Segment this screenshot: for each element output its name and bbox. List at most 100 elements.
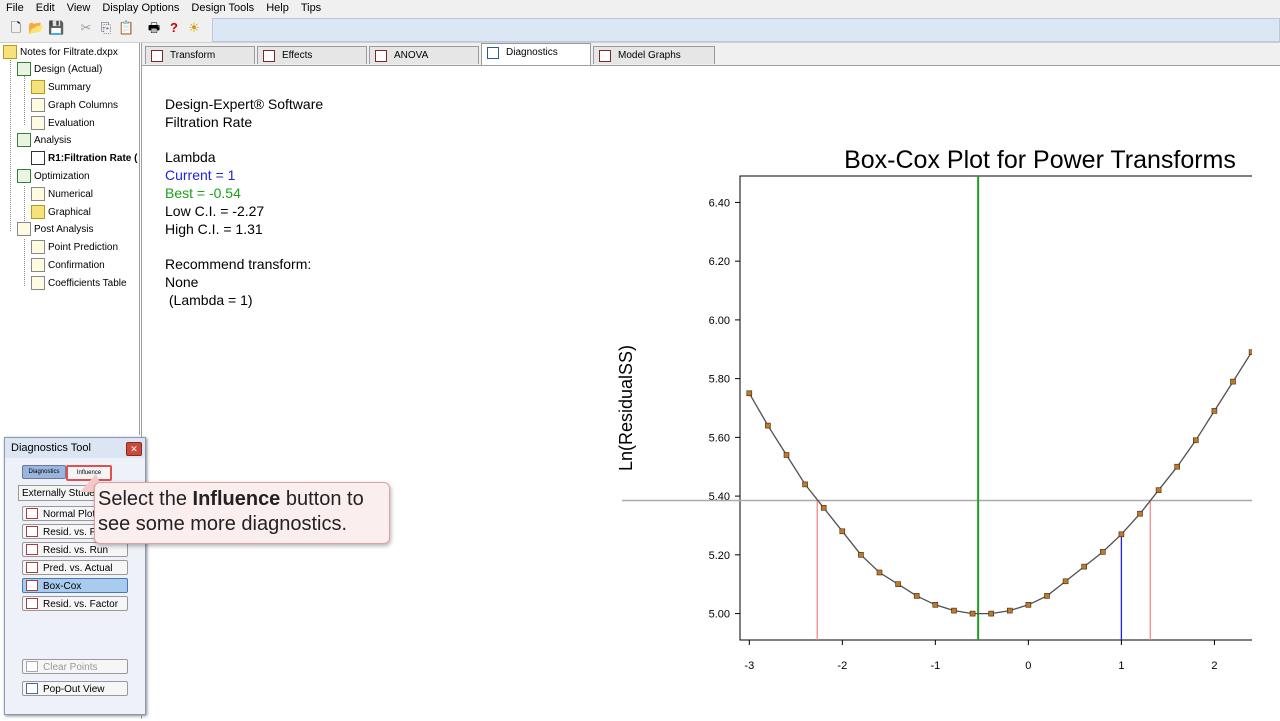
tip-callout: Select the Influence button to see some … [94,482,390,544]
post-analysis-icon [17,222,31,237]
save-icon[interactable]: 💾 [48,20,64,36]
y-tick-label: 5.60 [709,432,730,444]
tree-item-design[interactable]: Design (Actual) [17,62,102,78]
diagnostics-tool-window: Diagnostics Tool ✕ Diagnostics Influence… [4,437,146,715]
menu-bar: File Edit View Display Options Design To… [0,0,1280,16]
print-icon[interactable]: 🖶 [146,20,162,36]
close-icon[interactable]: ✕ [126,442,142,456]
x-tick-label: 1 [1118,660,1124,672]
tree-item-r1-filtration-rate[interactable]: R1:Filtration Rate ( [31,151,137,167]
data-point [1137,510,1143,517]
data-point [765,422,771,429]
tree-item-numerical[interactable]: Numerical [31,187,93,203]
pred-vs-actual-icon [26,562,38,573]
tree-item-graph-columns[interactable]: Graph Columns [31,98,118,114]
tree-item-analysis[interactable]: Analysis [17,133,71,149]
x-tick-label: -3 [744,660,754,672]
callout-line-2: see some more diagnostics. [98,513,348,535]
y-axis-label: Ln(ResidualSS) [616,345,636,471]
tree-item-point-prediction[interactable]: Point Prediction [31,240,118,256]
menu-view[interactable]: View [61,2,97,14]
toolbar: 🗋 📂 💾 ✂ ⎘ 📋 🖶 ? ☀ [0,16,1280,43]
software-name: Design-Expert® Software [165,96,324,112]
data-point [1099,549,1106,555]
paste-icon[interactable]: 📋 [118,20,134,36]
point-prediction-icon [31,240,45,255]
pop-out-icon [26,683,38,694]
tree-item-coefficients-table[interactable]: Coefficients Table [31,276,127,292]
main-content: Transform Effects ANOVA Diagnostics Mode… [141,43,1280,719]
data-point [858,551,864,558]
menu-file[interactable]: File [0,2,30,14]
normal-plot-icon [26,508,38,519]
low-ci: Low C.I. = -2.27 [165,202,265,219]
graphical-icon [31,205,45,220]
y-tick-label: 5.00 [709,609,730,621]
tree-item-confirmation[interactable]: Confirmation [31,258,105,274]
chart-title: Box-Cox Plot for Power Transforms [844,146,1236,174]
confirmation-icon [31,258,45,273]
copy-icon[interactable]: ⎘ [98,20,114,36]
tab-diagnostics[interactable]: Diagnostics [481,43,591,65]
y-tick-label: 5.80 [709,374,730,386]
tab-model-graphs[interactable]: Model Graphs [593,46,715,64]
data-point [932,601,939,608]
resid-vs-run-button[interactable]: Resid. vs. Run [22,542,128,557]
tab-bar: Transform Effects ANOVA Diagnostics Mode… [142,43,1280,66]
clear-points-icon [26,661,38,672]
menu-display-options[interactable]: Display Options [96,2,185,14]
new-icon[interactable]: 🗋 [8,20,24,36]
data-point [1192,437,1199,444]
data-point [802,481,808,488]
menu-tips[interactable]: Tips [295,2,327,14]
recommend-lambda: (Lambda = 1) [165,291,253,308]
cut-icon[interactable]: ✂ [78,20,94,36]
pop-out-view-button[interactable]: Pop-Out View [22,681,128,696]
data-point [1155,487,1162,494]
data-point [1044,593,1050,599]
diagnostics-icon [487,47,499,59]
tab-effects[interactable]: Effects [257,46,367,64]
x-tick-label: 2 [1211,660,1217,672]
menu-design-tools[interactable]: Design Tools [185,2,260,14]
data-point [839,528,846,535]
tree-item-graphical[interactable]: Graphical [31,205,91,221]
tree-item-summary[interactable]: Summary [31,80,91,96]
tip-icon[interactable]: ☀ [186,20,202,36]
tab-anova[interactable]: ANOVA [369,46,479,64]
clear-points-button[interactable]: Clear Points [22,659,128,674]
graph-columns-icon [31,98,45,113]
menu-help[interactable]: Help [260,2,295,14]
tree-item-optimization[interactable]: Optimization [17,169,90,185]
help-icon[interactable]: ? [166,20,182,36]
effects-icon [263,50,275,62]
resid-vs-factor-button[interactable]: Resid. vs. Factor [22,596,128,611]
pred-vs-actual-button[interactable]: Pred. vs. Actual [22,560,128,575]
diagnostics-tab-button[interactable]: Diagnostics [22,465,66,479]
lambda-label: Lambda [165,149,216,166]
tree-item-evaluation[interactable]: Evaluation [31,116,95,132]
tree-item-root[interactable]: Notes for Filtrate.dxpx [3,45,118,61]
x-tick-label: -1 [930,660,940,672]
y-tick-label: 5.20 [709,550,730,562]
callout-line-1: Select the Influence button to [98,488,364,510]
data-point [1118,531,1125,538]
y-tick-label: 6.00 [709,315,730,327]
data-point [783,452,790,458]
box-cox-button[interactable]: Box-Cox [22,578,128,593]
data-point [1025,601,1032,608]
data-point [1062,578,1069,585]
analysis-icon [17,133,31,148]
data-point [969,610,976,617]
open-icon[interactable]: 📂 [28,20,44,36]
data-point [1006,607,1013,614]
best-lambda: Best = -0.54 [165,184,241,201]
data-point [820,504,827,511]
menu-edit[interactable]: Edit [30,2,61,14]
coefficients-table-icon [31,276,45,291]
diagnostics-tool-title: Diagnostics Tool [5,438,145,458]
tree-item-post-analysis[interactable]: Post Analysis [17,222,93,238]
data-point [1230,378,1236,385]
tab-transform[interactable]: Transform [145,46,255,64]
